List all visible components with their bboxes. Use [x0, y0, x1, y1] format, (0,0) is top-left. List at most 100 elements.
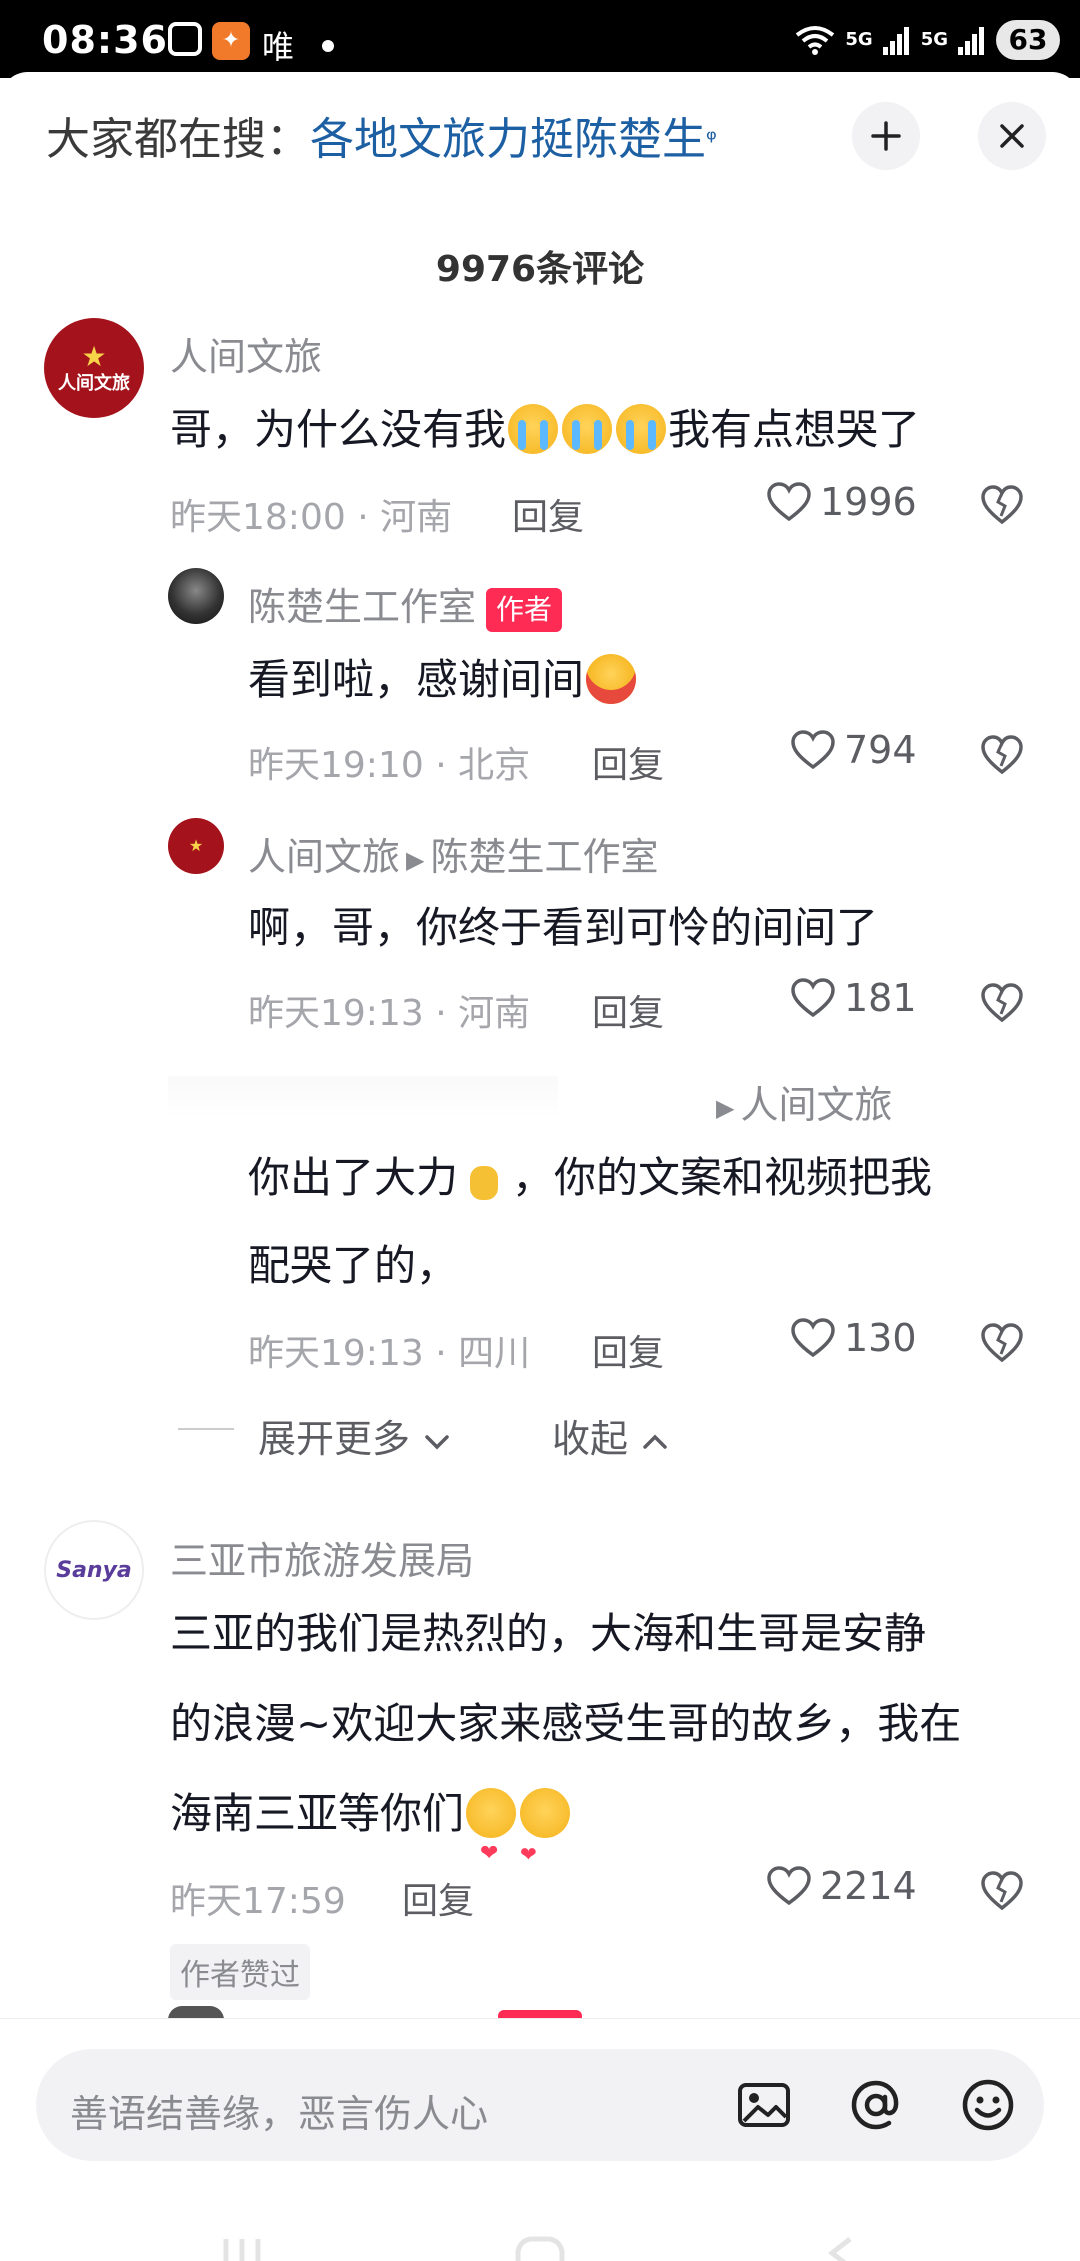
comment-body: 你出了大力 ，你的文案和视频把我: [248, 1134, 933, 1230]
comment-text: 哥，为什么没有我: [170, 405, 507, 454]
comment-author[interactable]: 人间文旅: [170, 326, 322, 381]
comment-author[interactable]: 人间文旅 ▶ 陈楚生工作室: [248, 826, 659, 881]
heart-icon: [791, 1318, 835, 1358]
comment-time-location: 昨天18:00 · 河南: [170, 497, 453, 538]
comment-author[interactable]: 三亚市旅游发展局: [170, 1530, 474, 1585]
comment-time-location: 昨天19:10 · 北京: [248, 745, 531, 786]
reply-to-name: 陈楚生工作室: [430, 835, 659, 879]
comment-text: 看到啦，感谢间间: [248, 655, 585, 704]
star-icon: ★: [81, 340, 107, 373]
heart-icon: [767, 1866, 811, 1906]
comment-body: 哥，为什么没有我 我有点想哭了: [170, 386, 920, 474]
crying-emoji-icon: [508, 403, 559, 454]
comment-author-name: 人间文旅: [248, 835, 401, 879]
crying-emoji-icon: [562, 403, 613, 454]
comment-author-name: 陈楚生工作室: [248, 585, 477, 629]
chevron-up-icon: [643, 1434, 667, 1449]
heart-icon: [767, 482, 811, 522]
search-suggestion-label: 大家都在搜：: [46, 114, 310, 165]
dislike-button[interactable]: [980, 982, 1024, 1024]
avatar[interactable]: ★: [168, 818, 224, 874]
expand-more-button[interactable]: 展开更多: [258, 1408, 452, 1463]
reply-button[interactable]: 回复: [592, 1324, 664, 1376]
reply-to-name: 人间文旅: [740, 1083, 893, 1127]
reply-arrow-icon: ▶: [716, 1093, 735, 1122]
like-count: 1996: [820, 480, 917, 524]
hug-emoji-icon: [586, 653, 637, 704]
mention-icon[interactable]: [848, 2077, 904, 2133]
nav-home-icon[interactable]: [510, 2219, 570, 2261]
status-right: 5G 5G 63: [795, 18, 1060, 62]
author-liked-badge: 作者赞过: [170, 1944, 310, 2000]
comment-text-tail: 我有点想哭了: [668, 405, 921, 454]
more-notifications-dot: [322, 40, 334, 52]
reply-arrow-icon: ▶: [406, 845, 425, 874]
kiss-emoji-icon: [520, 1787, 571, 1898]
like-button[interactable]: 794: [790, 728, 917, 772]
reply-button[interactable]: 回复: [402, 1872, 474, 1924]
star-icon: ★: [188, 836, 204, 855]
comment-count: 9976条评论: [435, 249, 645, 290]
wifi-icon: [796, 26, 835, 55]
comment-text: ，你的文案和视频把我: [512, 1153, 933, 1202]
love-emoji-icon: [466, 1787, 517, 1898]
search-icon: ᵠ: [706, 125, 717, 155]
comment-input-bar: 善语结善缘，恶言伤人心: [0, 2018, 1080, 2261]
image-icon[interactable]: [736, 2077, 792, 2133]
scan-icon: [168, 22, 202, 56]
close-icon: [1000, 124, 1024, 148]
comment-input-placeholder: 善语结善缘，恶言伤人心: [70, 2092, 489, 2136]
comment-text: 海南三亚等你们: [170, 1789, 465, 1838]
like-count: 181: [844, 976, 917, 1020]
reply-button[interactable]: 回复: [592, 984, 664, 1036]
obscured-author-area: [168, 1076, 558, 1120]
signal-bars-2-icon: [958, 27, 984, 55]
reply-button[interactable]: 回复: [512, 488, 584, 540]
like-count: 2214: [820, 1864, 917, 1908]
expand-icon: [871, 121, 901, 151]
app-notification-icon: ✦: [212, 22, 250, 60]
comment-body: 啊，哥，你终于看到可怜的间间了: [248, 903, 879, 952]
finger-heart-emoji-icon: [460, 1142, 510, 1230]
dislike-button[interactable]: [980, 1870, 1024, 1912]
avatar[interactable]: ★ 人间文旅: [44, 318, 144, 418]
like-button[interactable]: 2214: [766, 1864, 917, 1908]
like-button[interactable]: 1996: [766, 480, 917, 524]
comment-author[interactable]: ▶ 人间文旅: [710, 1074, 892, 1129]
author-tag: 作者: [486, 587, 563, 632]
nav-back-icon[interactable]: [810, 2219, 870, 2261]
dislike-button[interactable]: [980, 484, 1024, 526]
divider: [178, 1428, 234, 1430]
avatar[interactable]: Sanya: [44, 1520, 144, 1620]
comment-body-line2: 的浪漫~欢迎大家来感受生哥的故乡，我在: [170, 1699, 962, 1748]
comment-time-location: 昨天19:13 · 四川: [248, 1333, 531, 1374]
emoji-icon[interactable]: [960, 2077, 1016, 2133]
avatar[interactable]: [168, 568, 224, 624]
signal-1-label: 5G: [845, 29, 873, 50]
status-time: 08:36: [42, 18, 168, 62]
heart-icon: [791, 978, 835, 1018]
like-button[interactable]: 181: [790, 976, 917, 1020]
close-button[interactable]: [978, 102, 1046, 170]
signal-2-label: 5G: [920, 29, 948, 50]
expand-button[interactable]: [852, 102, 920, 170]
dislike-button[interactable]: [980, 1322, 1024, 1364]
crying-emoji-icon: [616, 403, 667, 454]
chevron-down-icon: [425, 1435, 449, 1450]
search-suggestion-keyword[interactable]: 各地文旅力挺陈楚生: [310, 114, 706, 165]
thread-controls: 展开更多 收起: [0, 1400, 1080, 1463]
collapse-button[interactable]: 收起: [552, 1408, 670, 1463]
comment-input[interactable]: 善语结善缘，恶言伤人心: [36, 2049, 1044, 2161]
comment-author[interactable]: 陈楚生工作室 作者: [248, 576, 563, 632]
comment-body-line3: 海南三亚等你们: [170, 1770, 572, 1898]
comment-body-line2: 配哭了的，: [248, 1241, 459, 1290]
like-button[interactable]: 130: [790, 1316, 917, 1360]
avatar-text: Sanya: [56, 1557, 132, 1583]
signal-bars-icon: [882, 27, 909, 55]
dislike-button[interactable]: [980, 734, 1024, 776]
like-count: 130: [844, 1316, 917, 1360]
reply-button[interactable]: 回复: [592, 736, 664, 788]
nav-recents-icon[interactable]: [212, 2219, 272, 2261]
expand-more-label: 展开更多: [258, 1417, 411, 1461]
search-suggestion[interactable]: 大家都在搜：各地文旅力挺陈楚生ᵠ: [46, 112, 717, 168]
